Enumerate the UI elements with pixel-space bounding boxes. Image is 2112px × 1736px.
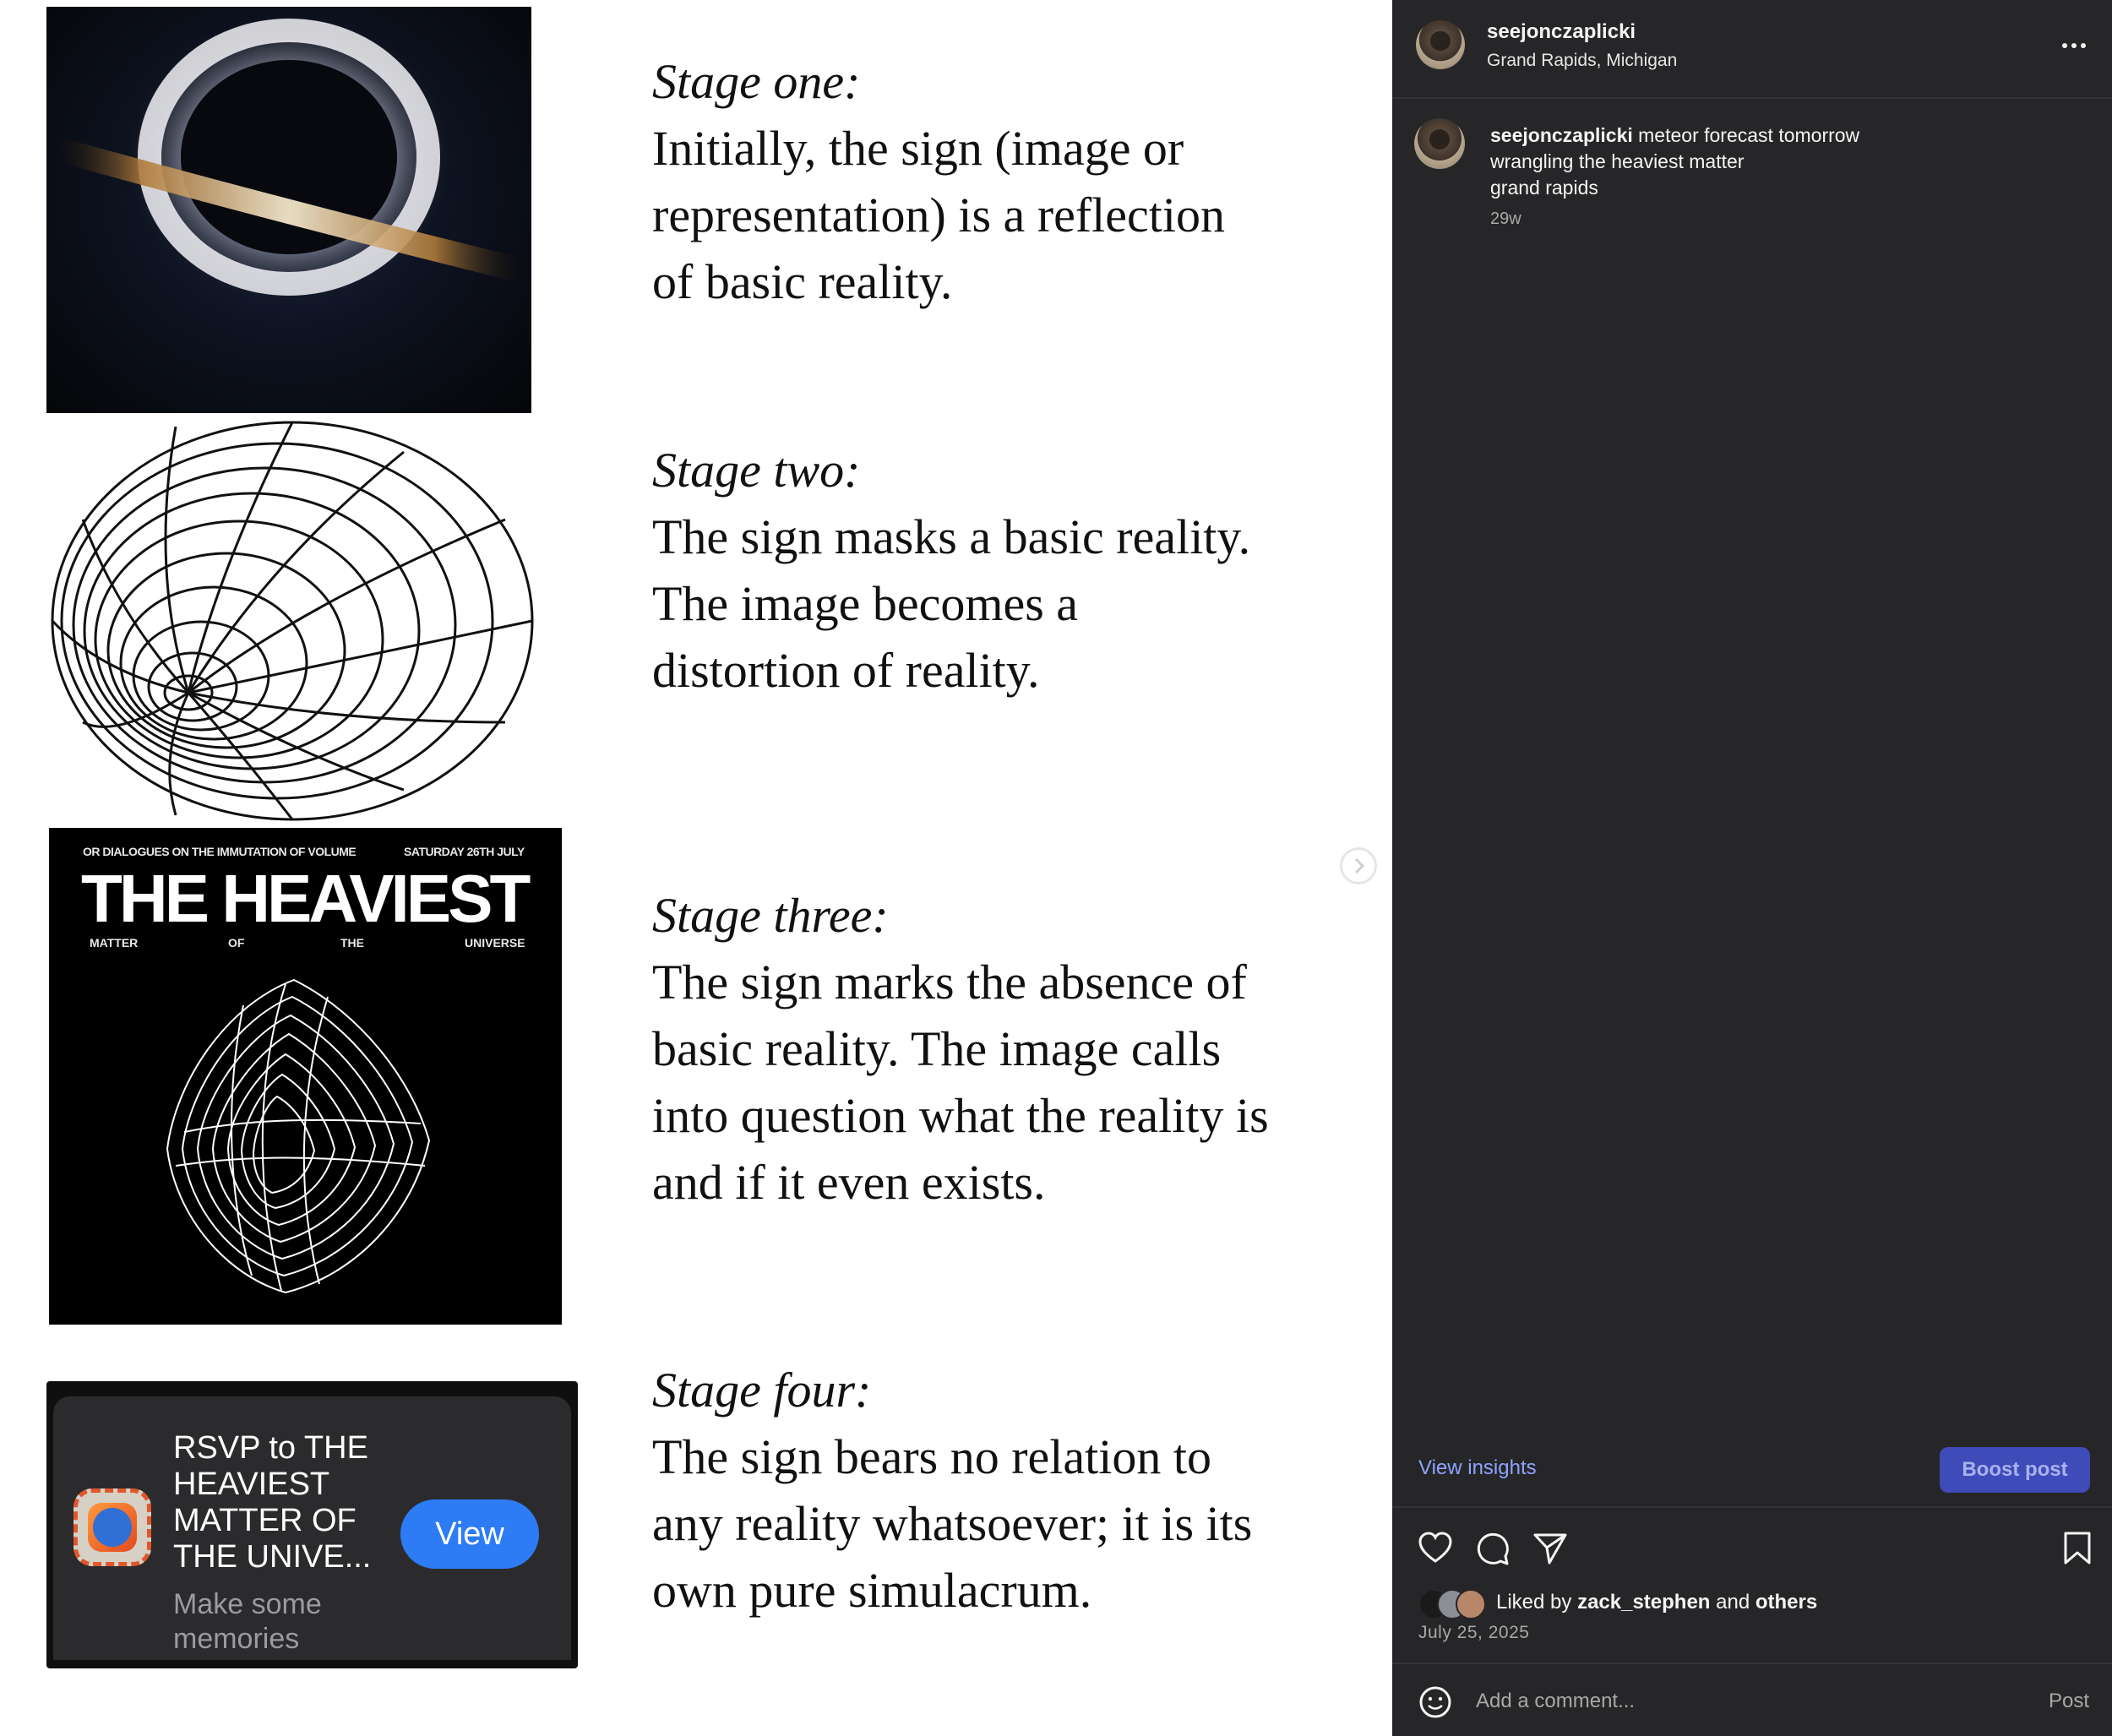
poster-sub-2: OF: [228, 936, 245, 950]
stage-three: Stage three: The sign marks the absence …: [652, 883, 1345, 1216]
stage-four-title: Stage four:: [652, 1363, 872, 1418]
comment-input[interactable]: Add a comment...: [1476, 1690, 1635, 1713]
poster-wave-graphic: [166, 978, 431, 1294]
rsvp-title: RSVP to THE HEAVIEST MATTER OF THE UNIVE…: [173, 1430, 372, 1575]
black-hole-graphic: [46, 9, 531, 305]
rsvp-subtitle: Make some memories: [173, 1588, 322, 1655]
view-insights-link[interactable]: View insights: [1418, 1456, 1537, 1480]
stage-one-title: Stage one:: [652, 54, 861, 109]
header-username[interactable]: seejonczaplicki: [1487, 20, 1636, 44]
poster-title: THE HEAVIEST: [81, 861, 531, 936]
stage-two-body: The sign masks a basic reality. The imag…: [652, 509, 1251, 698]
poster-sub-3: THE: [340, 936, 364, 950]
caption-first-line: meteor forecast tomorrow: [1638, 124, 1860, 146]
bookmark-icon[interactable]: [2062, 1531, 2093, 1566]
stage-three-body: The sign marks the absence of basic real…: [652, 955, 1269, 1210]
post-date[interactable]: July 25, 2025: [1418, 1623, 1529, 1643]
caption-username[interactable]: seejonczaplicki: [1490, 124, 1633, 146]
liked-by-user[interactable]: zack_stephen: [1577, 1591, 1710, 1614]
emoji-icon[interactable]: [1418, 1685, 1452, 1719]
header-location[interactable]: Grand Rapids, Michigan: [1487, 51, 1677, 71]
actions-divider: [1392, 1506, 2112, 1508]
wormhole-grid-image: [51, 421, 534, 821]
poster-top-right: SATURDAY 26TH JULY: [404, 845, 525, 858]
heart-icon[interactable]: [1418, 1531, 1453, 1566]
stage-four-body: The sign bears no relation to any realit…: [652, 1429, 1253, 1618]
caption-avatar[interactable]: [1414, 118, 1465, 169]
stage-two: Stage two: The sign masks a basic realit…: [652, 438, 1345, 704]
header-avatar[interactable]: [1416, 20, 1465, 69]
caption-line: grand rapids: [1490, 177, 1598, 199]
boost-post-button[interactable]: Boost post: [1940, 1447, 2090, 1493]
black-hole-image: [46, 7, 531, 413]
stage-three-title: Stage three:: [652, 888, 889, 943]
caption: seejonczaplicki meteor forecast tomorrow…: [1490, 122, 2014, 201]
rsvp-card-inner: RSVP to THE HEAVIEST MATTER OF THE UNIVE…: [53, 1396, 571, 1660]
post-comment-button[interactable]: Post: [2049, 1690, 2089, 1713]
rsvp-view-button: View: [400, 1499, 539, 1569]
liked-by-others[interactable]: others: [1755, 1591, 1817, 1614]
post-media: Stage one: Initially, the sign (image or…: [0, 0, 1392, 1736]
share-icon[interactable]: [1532, 1531, 1568, 1566]
chevron-right-icon[interactable]: [1340, 847, 1377, 884]
stage-one: Stage one: Initially, the sign (image or…: [652, 49, 1345, 315]
header-divider: [1392, 97, 2112, 99]
event-poster: OR DIALOGUES ON THE IMMUTATION OF VOLUME…: [49, 828, 562, 1325]
poster-top-left: OR DIALOGUES ON THE IMMUTATION OF VOLUME: [83, 845, 357, 858]
more-horizontal-icon[interactable]: [2061, 42, 2087, 49]
caption-line: wrangling the heaviest matter: [1490, 150, 1745, 172]
comment-icon[interactable]: [1475, 1531, 1511, 1566]
stage-one-body: Initially, the sign (image or representa…: [652, 121, 1225, 309]
caption-time-ago[interactable]: 29w: [1490, 210, 1521, 229]
app-icon: [73, 1488, 151, 1566]
liked-by-text: Liked by zack_stephen and others: [1496, 1591, 1818, 1614]
rsvp-card: RSVP to THE HEAVIEST MATTER OF THE UNIVE…: [46, 1381, 578, 1668]
liker-avatar[interactable]: [1456, 1589, 1486, 1619]
stage-four: Stage four: The sign bears no relation t…: [652, 1358, 1345, 1624]
poster-sub-1: MATTER: [90, 936, 139, 950]
comment-divider: [1392, 1663, 2112, 1664]
poster-sub-4: UNIVERSE: [465, 936, 525, 950]
stage-two-title: Stage two:: [652, 443, 861, 498]
